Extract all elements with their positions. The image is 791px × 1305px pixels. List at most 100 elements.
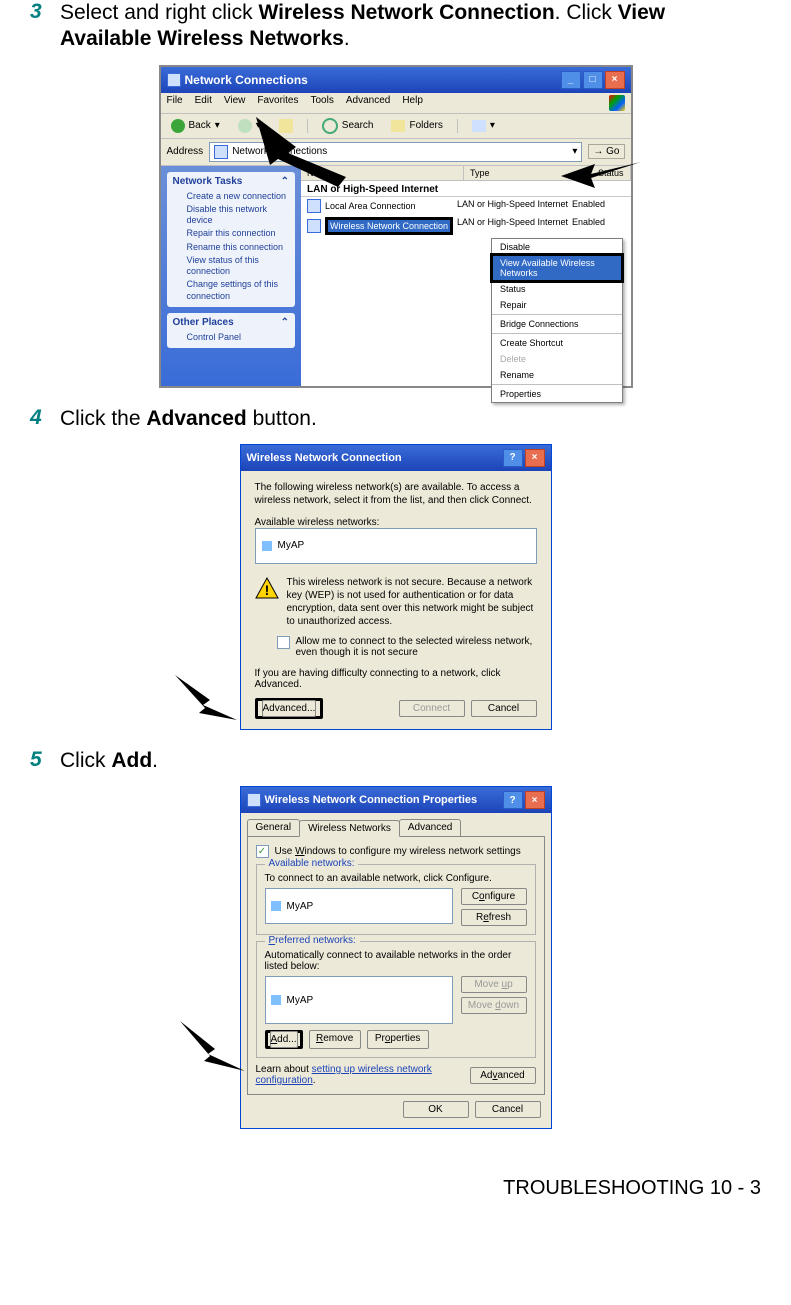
available-item: MyAP bbox=[287, 901, 314, 912]
configure-button[interactable]: Configure bbox=[461, 888, 527, 905]
menu-view[interactable]: View bbox=[224, 95, 246, 111]
move-up-button: Move up bbox=[461, 976, 527, 993]
connection-list: Name Type Status LAN or High-Speed Inter… bbox=[301, 166, 631, 386]
minimize-button[interactable]: _ bbox=[561, 71, 581, 89]
views-button[interactable]: ▾ bbox=[468, 119, 499, 133]
available-networks-list[interactable]: MyAP bbox=[255, 528, 537, 564]
ctx-rename[interactable]: Rename bbox=[492, 367, 622, 383]
wireless-connection-dialog: Wireless Network Connection ? × The foll… bbox=[240, 444, 552, 730]
step-4-number: 4 bbox=[30, 406, 60, 432]
folders-button[interactable]: Folders bbox=[387, 119, 446, 133]
wireless-icon bbox=[307, 219, 321, 233]
arrow-annotation bbox=[175, 675, 245, 725]
preferred-networks-group: Preferred networks: Automatically connec… bbox=[256, 941, 536, 1058]
properties-button[interactable]: Properties bbox=[367, 1030, 429, 1049]
tab-panel: ✓ Use Windows to configure my wireless n… bbox=[247, 836, 545, 1095]
available-networks-heading: Available networks: bbox=[265, 858, 359, 869]
ok-button[interactable]: OK bbox=[403, 1101, 469, 1118]
wireless-properties-dialog: Wireless Network Connection Properties ?… bbox=[240, 786, 552, 1129]
advanced-button[interactable]: Advanced... bbox=[262, 700, 317, 717]
step-5-number: 5 bbox=[30, 748, 60, 774]
app-icon bbox=[247, 793, 261, 807]
ctx-view-available[interactable]: View Available Wireless Networks bbox=[492, 255, 622, 281]
ctx-disable[interactable]: Disable bbox=[492, 239, 622, 255]
advanced-button[interactable]: Advanced bbox=[470, 1067, 536, 1084]
ctx-repair[interactable]: Repair bbox=[492, 297, 622, 313]
arrow-annotation-right bbox=[561, 162, 641, 192]
cancel-button[interactable]: Cancel bbox=[475, 1101, 541, 1118]
folders-icon bbox=[391, 120, 405, 132]
app-icon bbox=[167, 73, 181, 87]
menu-file[interactable]: File bbox=[167, 95, 183, 111]
menu-advanced[interactable]: Advanced bbox=[346, 95, 390, 111]
antenna-icon bbox=[271, 901, 281, 911]
toolbar: Back ▾ ▾ Search Folders bbox=[161, 114, 631, 139]
tab-wireless-networks[interactable]: Wireless Networks bbox=[299, 820, 400, 837]
task-change-settings[interactable]: Change settings of this connection bbox=[173, 278, 289, 303]
help-button[interactable]: ? bbox=[503, 791, 523, 809]
ctx-status[interactable]: Status bbox=[492, 281, 622, 297]
connect-button: Connect bbox=[399, 700, 465, 717]
back-icon bbox=[171, 119, 185, 133]
window-title: Network Connections bbox=[185, 73, 308, 87]
available-desc: To connect to an available network, clic… bbox=[265, 873, 527, 884]
ctx-bridge[interactable]: Bridge Connections bbox=[492, 316, 622, 332]
task-view-status[interactable]: View status of this connection bbox=[173, 254, 289, 279]
cancel-button[interactable]: Cancel bbox=[471, 700, 537, 717]
menu-favorites[interactable]: Favorites bbox=[257, 95, 298, 111]
add-button[interactable]: Add... bbox=[270, 1031, 298, 1048]
figure-3: Wireless Network Connection Properties ?… bbox=[30, 786, 761, 1129]
add-highlight: Add... bbox=[265, 1030, 303, 1049]
close-button[interactable]: × bbox=[525, 791, 545, 809]
menu-edit[interactable]: Edit bbox=[195, 95, 212, 111]
allow-checkbox[interactable] bbox=[277, 636, 290, 649]
figure-1: Network Connections _ □ × File Edit View… bbox=[30, 65, 761, 388]
maximize-button[interactable]: □ bbox=[583, 71, 603, 89]
titlebar: Wireless Network Connection ? × bbox=[241, 445, 551, 471]
step-3-text: Select and right click Wireless Network … bbox=[60, 0, 761, 53]
back-button[interactable]: Back ▾ bbox=[167, 118, 224, 134]
task-create-connection[interactable]: Create a new connection bbox=[173, 190, 289, 203]
close-button[interactable]: × bbox=[525, 449, 545, 467]
advanced-highlight: Advanced... bbox=[255, 698, 324, 719]
row-wireless[interactable]: Wireless Network Connection LAN or High-… bbox=[301, 215, 631, 237]
lan-icon bbox=[307, 199, 321, 213]
views-icon bbox=[472, 120, 486, 132]
available-list[interactable]: MyAP bbox=[265, 888, 453, 924]
task-panel: Network Tasks ⌃ Create a new connection D… bbox=[161, 166, 301, 386]
figure-2: Wireless Network Connection ? × The foll… bbox=[30, 444, 761, 730]
network-item: MyAP bbox=[278, 540, 305, 551]
page-footer: TROUBLESHOOTING 10 - 3 bbox=[0, 1147, 791, 1220]
use-windows-checkbox[interactable]: ✓ bbox=[256, 845, 269, 858]
network-tasks-heading: Network Tasks bbox=[173, 176, 243, 187]
menu-tools[interactable]: Tools bbox=[310, 95, 333, 111]
close-button[interactable]: × bbox=[605, 71, 625, 89]
go-button[interactable]: → Go bbox=[588, 144, 624, 159]
use-windows-label: Use Windows to configure my wireless net… bbox=[275, 846, 521, 857]
task-repair[interactable]: Repair this connection bbox=[173, 227, 289, 240]
menu-help[interactable]: Help bbox=[402, 95, 423, 111]
arrow-annotation bbox=[180, 1021, 250, 1076]
preferred-list[interactable]: MyAP bbox=[265, 976, 453, 1024]
wireless-name-highlight: Wireless Network Connection bbox=[325, 217, 453, 235]
row-lan[interactable]: Local Area Connection LAN or High-Speed … bbox=[301, 197, 631, 215]
step-5: 5 Click Add. bbox=[30, 748, 761, 774]
ctx-shortcut[interactable]: Create Shortcut bbox=[492, 335, 622, 351]
step-4-text: Click the Advanced button. bbox=[60, 406, 317, 432]
refresh-button[interactable]: Refresh bbox=[461, 909, 527, 926]
preferred-networks-heading: Preferred networks: bbox=[265, 935, 360, 946]
help-button[interactable]: ? bbox=[503, 449, 523, 467]
tab-general[interactable]: General bbox=[247, 819, 301, 836]
remove-button[interactable]: Remove bbox=[309, 1030, 361, 1049]
task-disable-device[interactable]: Disable this network device bbox=[173, 203, 289, 228]
tab-advanced[interactable]: Advanced bbox=[399, 819, 461, 836]
ctx-properties[interactable]: Properties bbox=[492, 386, 622, 402]
other-control-panel[interactable]: Control Panel bbox=[173, 331, 289, 344]
collapse-icon[interactable]: ⌃ bbox=[281, 317, 289, 328]
preferred-item: MyAP bbox=[287, 995, 314, 1006]
task-rename[interactable]: Rename this connection bbox=[173, 241, 289, 254]
available-networks-group: Available networks: To connect to an ava… bbox=[256, 864, 536, 935]
svg-text:!: ! bbox=[264, 582, 269, 598]
arrow-annotation-left bbox=[256, 117, 366, 187]
intro-text: The following wireless network(s) are av… bbox=[255, 481, 537, 507]
